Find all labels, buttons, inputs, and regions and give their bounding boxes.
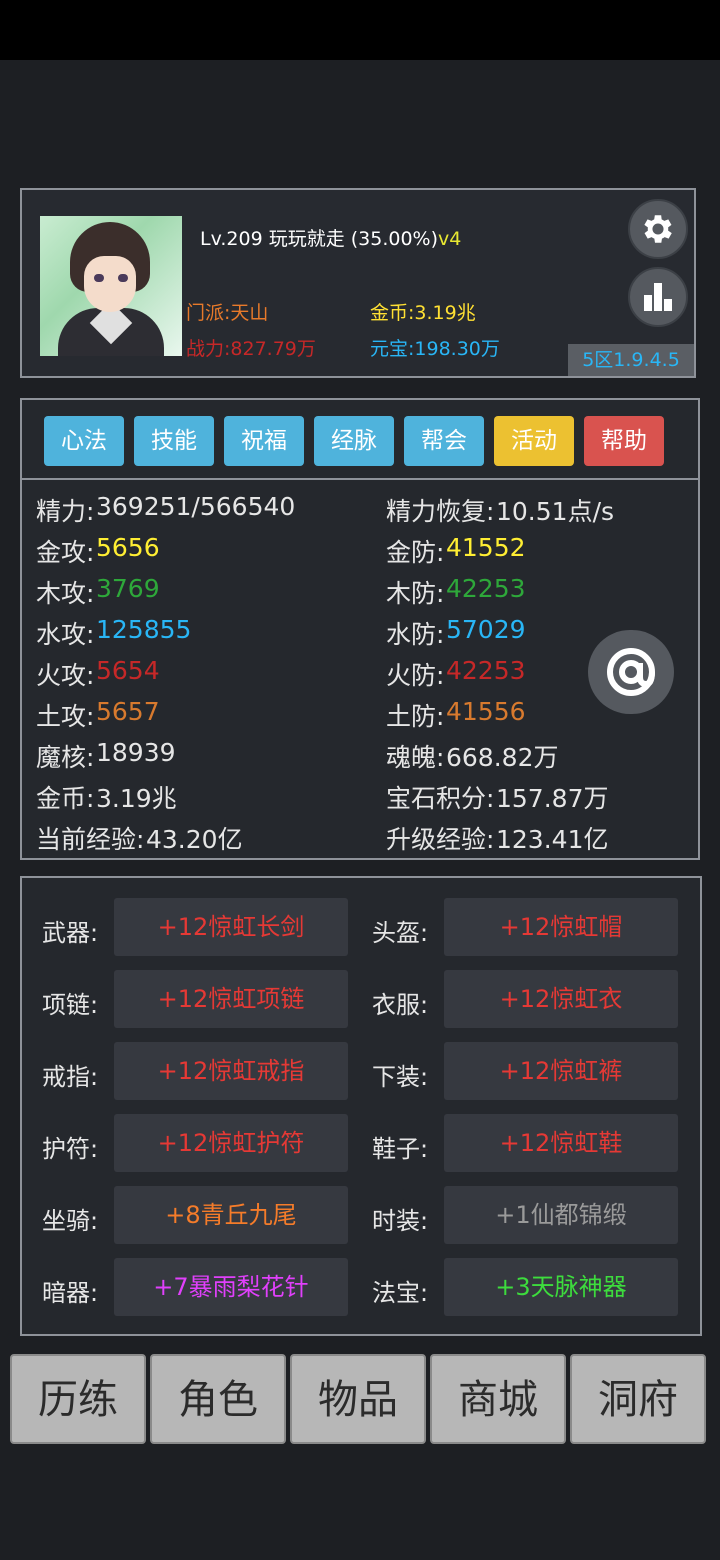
nav-shop[interactable]: 商城 xyxy=(430,1354,566,1444)
equipment-item-button[interactable]: +12惊虹裤 xyxy=(444,1042,678,1100)
stat-value: 5654 xyxy=(96,656,160,685)
character-title: Lv.209 玩玩就走 (35.00%)v4 xyxy=(200,224,461,251)
stat-value: 157.87万 xyxy=(496,784,609,813)
stat-value: 5657 xyxy=(96,697,160,726)
stat-label: 土防: xyxy=(386,702,445,731)
nav-items[interactable]: 物品 xyxy=(290,1354,426,1444)
tab-events[interactable]: 活动 xyxy=(494,416,574,466)
function-tabs: 心法 技能 祝福 经脉 帮会 活动 帮助 xyxy=(44,416,664,466)
equipment-item-button[interactable]: +8青丘九尾 xyxy=(114,1186,348,1244)
nav-character[interactable]: 角色 xyxy=(150,1354,286,1444)
equipment-item-button[interactable]: +12惊虹衣 xyxy=(444,970,678,1028)
stat-label: 宝石积分: xyxy=(386,784,495,813)
ingot-label: 元宝:198.30万 xyxy=(370,338,500,360)
stat-value: 41556 xyxy=(446,697,526,726)
ranking-button[interactable] xyxy=(628,267,688,327)
stat-value: 123.41亿 xyxy=(496,825,609,854)
settings-button[interactable] xyxy=(628,199,688,259)
tab-help[interactable]: 帮助 xyxy=(584,416,664,466)
equipment-item-button[interactable]: +12惊虹项链 xyxy=(114,970,348,1028)
equipment-item-button[interactable]: +7暴雨梨花针 xyxy=(114,1258,348,1316)
stat-label: 木攻: xyxy=(36,579,95,608)
stat-value: 668.82万 xyxy=(446,743,559,772)
mention-button[interactable] xyxy=(588,630,674,714)
stat-label: 金币: xyxy=(36,784,95,813)
tab-skills[interactable]: 技能 xyxy=(134,416,214,466)
equipment-slot-label: 头盔: xyxy=(372,919,429,947)
stat-value: 3.19兆 xyxy=(96,784,177,813)
tab-guild[interactable]: 帮会 xyxy=(404,416,484,466)
stat-label: 精力恢复: xyxy=(386,497,495,526)
equipment-slot-label: 法宝: xyxy=(372,1279,429,1307)
character-header: Lv.209 玩玩就走 (35.00%)v4 门派:天山 战力:827.79万 … xyxy=(20,188,696,378)
stat-label: 当前经验: xyxy=(36,825,145,854)
stat-label: 金攻: xyxy=(36,538,95,567)
equipment-item-button[interactable]: +12惊虹护符 xyxy=(114,1114,348,1172)
status-bar xyxy=(0,0,720,60)
equipment-slot-label: 坐骑: xyxy=(42,1207,99,1235)
stat-label: 水防: xyxy=(386,620,445,649)
stat-label: 水攻: xyxy=(36,620,95,649)
gold-label: 金币:3.19兆 xyxy=(370,302,476,324)
tab-mental-method[interactable]: 心法 xyxy=(44,416,124,466)
tab-blessing[interactable]: 祝福 xyxy=(224,416,304,466)
stat-label: 金防: xyxy=(386,538,445,567)
equipment-item-button[interactable]: +3天脉神器 xyxy=(444,1258,678,1316)
equipment-slot-label: 项链: xyxy=(42,991,99,1019)
nav-training[interactable]: 历练 xyxy=(10,1354,146,1444)
equipment-item-button[interactable]: +12惊虹鞋 xyxy=(444,1114,678,1172)
gear-icon xyxy=(644,215,672,243)
stat-label: 魂魄: xyxy=(386,743,445,772)
stat-label: 土攻: xyxy=(36,702,95,731)
tab-meridian[interactable]: 经脉 xyxy=(314,416,394,466)
stat-value: 5656 xyxy=(96,533,160,562)
sect-label: 门派:天山 xyxy=(186,302,269,324)
level-name-progress: Lv.209 玩玩就走 (35.00%) xyxy=(200,228,439,250)
stat-value: 3769 xyxy=(96,574,160,603)
stat-value: 42253 xyxy=(446,574,526,603)
equipment-item-button[interactable]: +12惊虹长剑 xyxy=(114,898,348,956)
bottom-nav: 历练 角色 物品 商城 洞府 xyxy=(10,1354,710,1444)
equipment-slot-label: 鞋子: xyxy=(372,1135,429,1163)
equipment-slot-label: 戒指: xyxy=(42,1063,99,1091)
stat-label: 精力: xyxy=(36,497,95,526)
avatar[interactable] xyxy=(40,216,182,356)
stat-value: 18939 xyxy=(96,738,176,767)
equipment-slot-label: 下装: xyxy=(372,1063,429,1091)
stat-label: 升级经验: xyxy=(386,825,495,854)
equipment-item-button[interactable]: +12惊虹戒指 xyxy=(114,1042,348,1100)
bar-chart-icon xyxy=(644,283,672,311)
nav-cave[interactable]: 洞府 xyxy=(570,1354,706,1444)
stat-label: 火防: xyxy=(386,661,445,690)
power-label: 战力:827.79万 xyxy=(186,338,316,360)
equipment-slot-label: 武器: xyxy=(42,919,99,947)
stat-label: 木防: xyxy=(386,579,445,608)
vip-level: v4 xyxy=(438,228,462,250)
stat-value: 125855 xyxy=(96,615,192,644)
equipment-item-button[interactable]: +12惊虹帽 xyxy=(444,898,678,956)
equipment-slot-label: 护符: xyxy=(42,1135,99,1163)
stat-value: 42253 xyxy=(446,656,526,685)
at-icon xyxy=(607,648,655,696)
stat-value: 369251/566540 xyxy=(96,492,296,521)
equipment-slot-label: 暗器: xyxy=(42,1279,99,1307)
equipment-slot-label: 衣服: xyxy=(372,991,429,1019)
stat-value: 41552 xyxy=(446,533,526,562)
stat-value: 10.51点/s xyxy=(496,497,615,526)
stat-label: 火攻: xyxy=(36,661,95,690)
equipment-panel: 武器: +12惊虹长剑 头盔: +12惊虹帽项链: +12惊虹项链 衣服: +12惊虹衣戒指… xyxy=(20,876,702,1336)
stat-value: 57029 xyxy=(446,615,526,644)
equipment-item-button[interactable]: +1仙都锦缎 xyxy=(444,1186,678,1244)
stat-value: 43.20亿 xyxy=(146,825,243,854)
stats-panel: 心法 技能 祝福 经脉 帮会 活动 帮助 精力: 369251/566540 金攻:… xyxy=(20,398,700,860)
divider xyxy=(22,478,698,480)
server-badge: 5区1.9.4.5 xyxy=(568,344,694,376)
stat-label: 魔核: xyxy=(36,743,95,772)
equipment-slot-label: 时装: xyxy=(372,1207,429,1235)
